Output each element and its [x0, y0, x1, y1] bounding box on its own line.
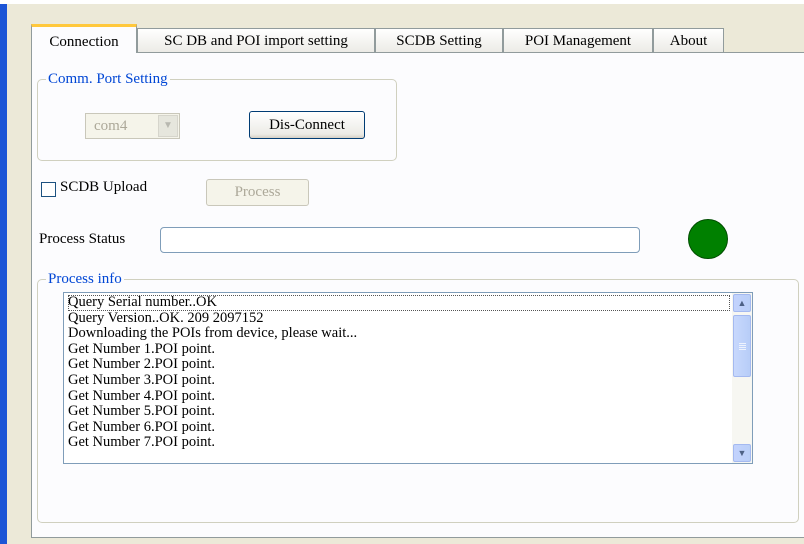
process-button[interactable]: Process — [206, 179, 309, 206]
scroll-up-icon[interactable]: ▲ — [733, 294, 751, 312]
comm-port-group: Comm. Port Setting com4 ▼ Dis-Connect — [37, 70, 397, 161]
port-select-value: com4 — [94, 118, 128, 134]
list-item[interactable]: Get Number 5.POI point. — [68, 404, 730, 420]
scdb-upload-checkbox[interactable] — [41, 182, 56, 197]
tab-scdb-poi-import[interactable]: SC DB and POI import setting — [137, 28, 375, 52]
grip-icon — [739, 343, 746, 344]
tab-connection[interactable]: Connection — [31, 24, 137, 53]
status-indicator-icon — [688, 219, 728, 259]
comm-port-title: Comm. Port Setting — [46, 70, 170, 88]
tab-about[interactable]: About — [653, 28, 724, 52]
list-item[interactable]: Query Serial number..OK — [68, 294, 730, 311]
connection-panel: Comm. Port Setting com4 ▼ Dis-Connect SC… — [31, 52, 804, 538]
chevron-down-icon[interactable]: ▼ — [158, 115, 178, 137]
process-status-field — [160, 227, 640, 253]
disconnect-button[interactable]: Dis-Connect — [249, 111, 365, 139]
list-item[interactable]: Get Number 4.POI point. — [68, 388, 730, 405]
scdb-upload-label: SCDB Upload — [60, 179, 148, 195]
list-item[interactable]: Get Number 1.POI point. — [68, 341, 730, 358]
tab-scdb-setting[interactable]: SCDB Setting — [375, 28, 503, 52]
list-item[interactable]: Get Number 2.POI point. — [68, 357, 730, 373]
list-item[interactable]: Get Number 6.POI point. — [68, 419, 730, 436]
process-info-list[interactable]: Query Serial number..OK Query Version..O… — [63, 292, 753, 464]
list-item[interactable]: Query Version..OK. 209 2097152 — [68, 310, 730, 327]
process-info-title: Process info — [46, 270, 124, 288]
list-item[interactable]: Downloading the POIs from device, please… — [68, 326, 730, 342]
vertical-scrollbar[interactable]: ▲ ▼ — [732, 293, 752, 463]
window-frame — [0, 0, 7, 544]
process-status-label: Process Status — [39, 231, 126, 247]
port-select[interactable]: com4 ▼ — [85, 113, 180, 139]
scroll-down-icon[interactable]: ▼ — [733, 444, 751, 462]
list-item[interactable]: Get Number 7.POI point. — [68, 435, 730, 451]
tab-poi-management[interactable]: POI Management — [503, 28, 653, 52]
process-info-lines: Query Serial number..OK Query Version..O… — [68, 294, 730, 451]
process-info-group: Process info Query Serial number..OK Que… — [37, 270, 799, 523]
list-item[interactable]: Get Number 3.POI point. — [68, 372, 730, 389]
scrollbar-thumb[interactable] — [733, 315, 751, 377]
app-window: Connection SC DB and POI import setting … — [7, 4, 804, 544]
